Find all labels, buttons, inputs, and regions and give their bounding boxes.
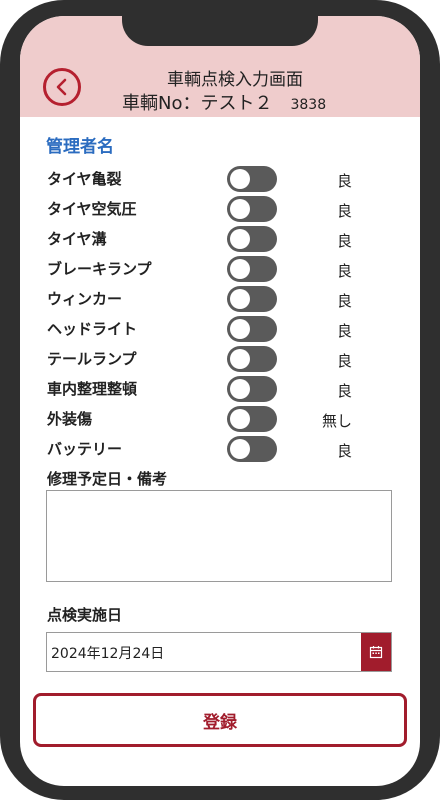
check-toggle[interactable] bbox=[227, 436, 277, 462]
vehicle-number: 車輌No：テスト２ bbox=[122, 93, 273, 114]
check-toggle[interactable] bbox=[227, 376, 277, 402]
check-toggle[interactable] bbox=[227, 406, 277, 432]
check-value: 良 bbox=[336, 352, 352, 370]
check-label: タイヤ溝 bbox=[47, 230, 107, 248]
check-toggle[interactable] bbox=[227, 196, 277, 222]
check-value: 良 bbox=[336, 292, 352, 310]
check-row-tire-crack: タイヤ亀裂 良 bbox=[20, 166, 420, 194]
check-row-tire-pressure: タイヤ空気圧 良 bbox=[20, 196, 420, 224]
toggle-knob bbox=[230, 199, 250, 219]
check-label: 外装傷 bbox=[47, 410, 93, 428]
check-row-interior-tidy: 車内整理整頓 良 bbox=[20, 376, 420, 404]
vehicle-code: 3838 bbox=[290, 97, 327, 113]
app-screen: 車輌点検入力画面 車輌No：テスト２ 3838 管理者名 タイヤ亀裂 良 タイヤ空… bbox=[20, 16, 420, 786]
notes-textarea[interactable] bbox=[46, 490, 392, 582]
check-value: 無し bbox=[321, 412, 352, 430]
notes-label: 修理予定日・備考 bbox=[47, 470, 168, 488]
check-label: タイヤ空気圧 bbox=[47, 200, 137, 218]
check-toggle[interactable] bbox=[227, 256, 277, 282]
check-toggle[interactable] bbox=[227, 316, 277, 342]
device-notch bbox=[122, 16, 318, 46]
check-label: バッテリー bbox=[47, 440, 123, 458]
check-value: 良 bbox=[336, 232, 352, 250]
back-button[interactable] bbox=[43, 68, 81, 106]
check-value: 良 bbox=[336, 202, 352, 220]
check-row-battery: バッテリー 良 bbox=[20, 436, 420, 464]
toggle-knob bbox=[230, 319, 250, 339]
check-row-exterior-damage: 外装傷 無し bbox=[20, 406, 420, 434]
check-value: 良 bbox=[336, 322, 352, 340]
inspection-date-field[interactable]: 2024年12月24日 bbox=[46, 632, 392, 672]
page-title: 車輌点検入力画面 bbox=[167, 70, 303, 90]
toggle-knob bbox=[230, 439, 250, 459]
calendar-icon bbox=[369, 646, 383, 659]
check-label: タイヤ亀裂 bbox=[47, 170, 122, 188]
check-row-headlight: ヘッドライト 良 bbox=[20, 316, 420, 344]
check-toggle[interactable] bbox=[227, 346, 277, 372]
check-value: 良 bbox=[336, 442, 352, 460]
check-label: 車内整理整頓 bbox=[47, 380, 138, 398]
check-value: 良 bbox=[336, 382, 352, 400]
toggle-knob bbox=[230, 409, 250, 429]
check-label: テールランプ bbox=[47, 350, 137, 368]
check-label: ヘッドライト bbox=[47, 320, 138, 338]
inspection-date-label: 点検実施日 bbox=[47, 606, 123, 624]
toggle-knob bbox=[230, 289, 250, 309]
check-label: ブレーキランプ bbox=[47, 260, 152, 278]
check-row-tire-tread: タイヤ溝 良 bbox=[20, 226, 420, 254]
toggle-knob bbox=[230, 169, 250, 189]
toggle-knob bbox=[230, 349, 250, 369]
inspection-date-value: 2024年12月24日 bbox=[51, 646, 165, 662]
check-toggle[interactable] bbox=[227, 226, 277, 252]
toggle-knob bbox=[230, 259, 250, 279]
check-label: ウィンカー bbox=[47, 290, 123, 308]
check-toggle[interactable] bbox=[227, 286, 277, 312]
phone-frame: 車輌点検入力画面 車輌No：テスト２ 3838 管理者名 タイヤ亀裂 良 タイヤ空… bbox=[0, 0, 440, 800]
check-value: 良 bbox=[336, 172, 352, 190]
admin-name: 管理者名 bbox=[46, 137, 114, 157]
toggle-knob bbox=[230, 229, 250, 249]
check-toggle[interactable] bbox=[227, 166, 277, 192]
vehicle-info: 車輌No：テスト２ 3838 bbox=[122, 89, 326, 115]
chevron-left-icon bbox=[56, 78, 67, 96]
check-row-tail-lamp: テールランプ 良 bbox=[20, 346, 420, 374]
check-value: 良 bbox=[336, 262, 352, 280]
calendar-button[interactable] bbox=[361, 633, 391, 671]
submit-button[interactable]: 登録 bbox=[33, 693, 407, 747]
toggle-knob bbox=[230, 379, 250, 399]
check-row-brake-lamp: ブレーキランプ 良 bbox=[20, 256, 420, 284]
check-row-turn-signal: ウィンカー 良 bbox=[20, 286, 420, 314]
